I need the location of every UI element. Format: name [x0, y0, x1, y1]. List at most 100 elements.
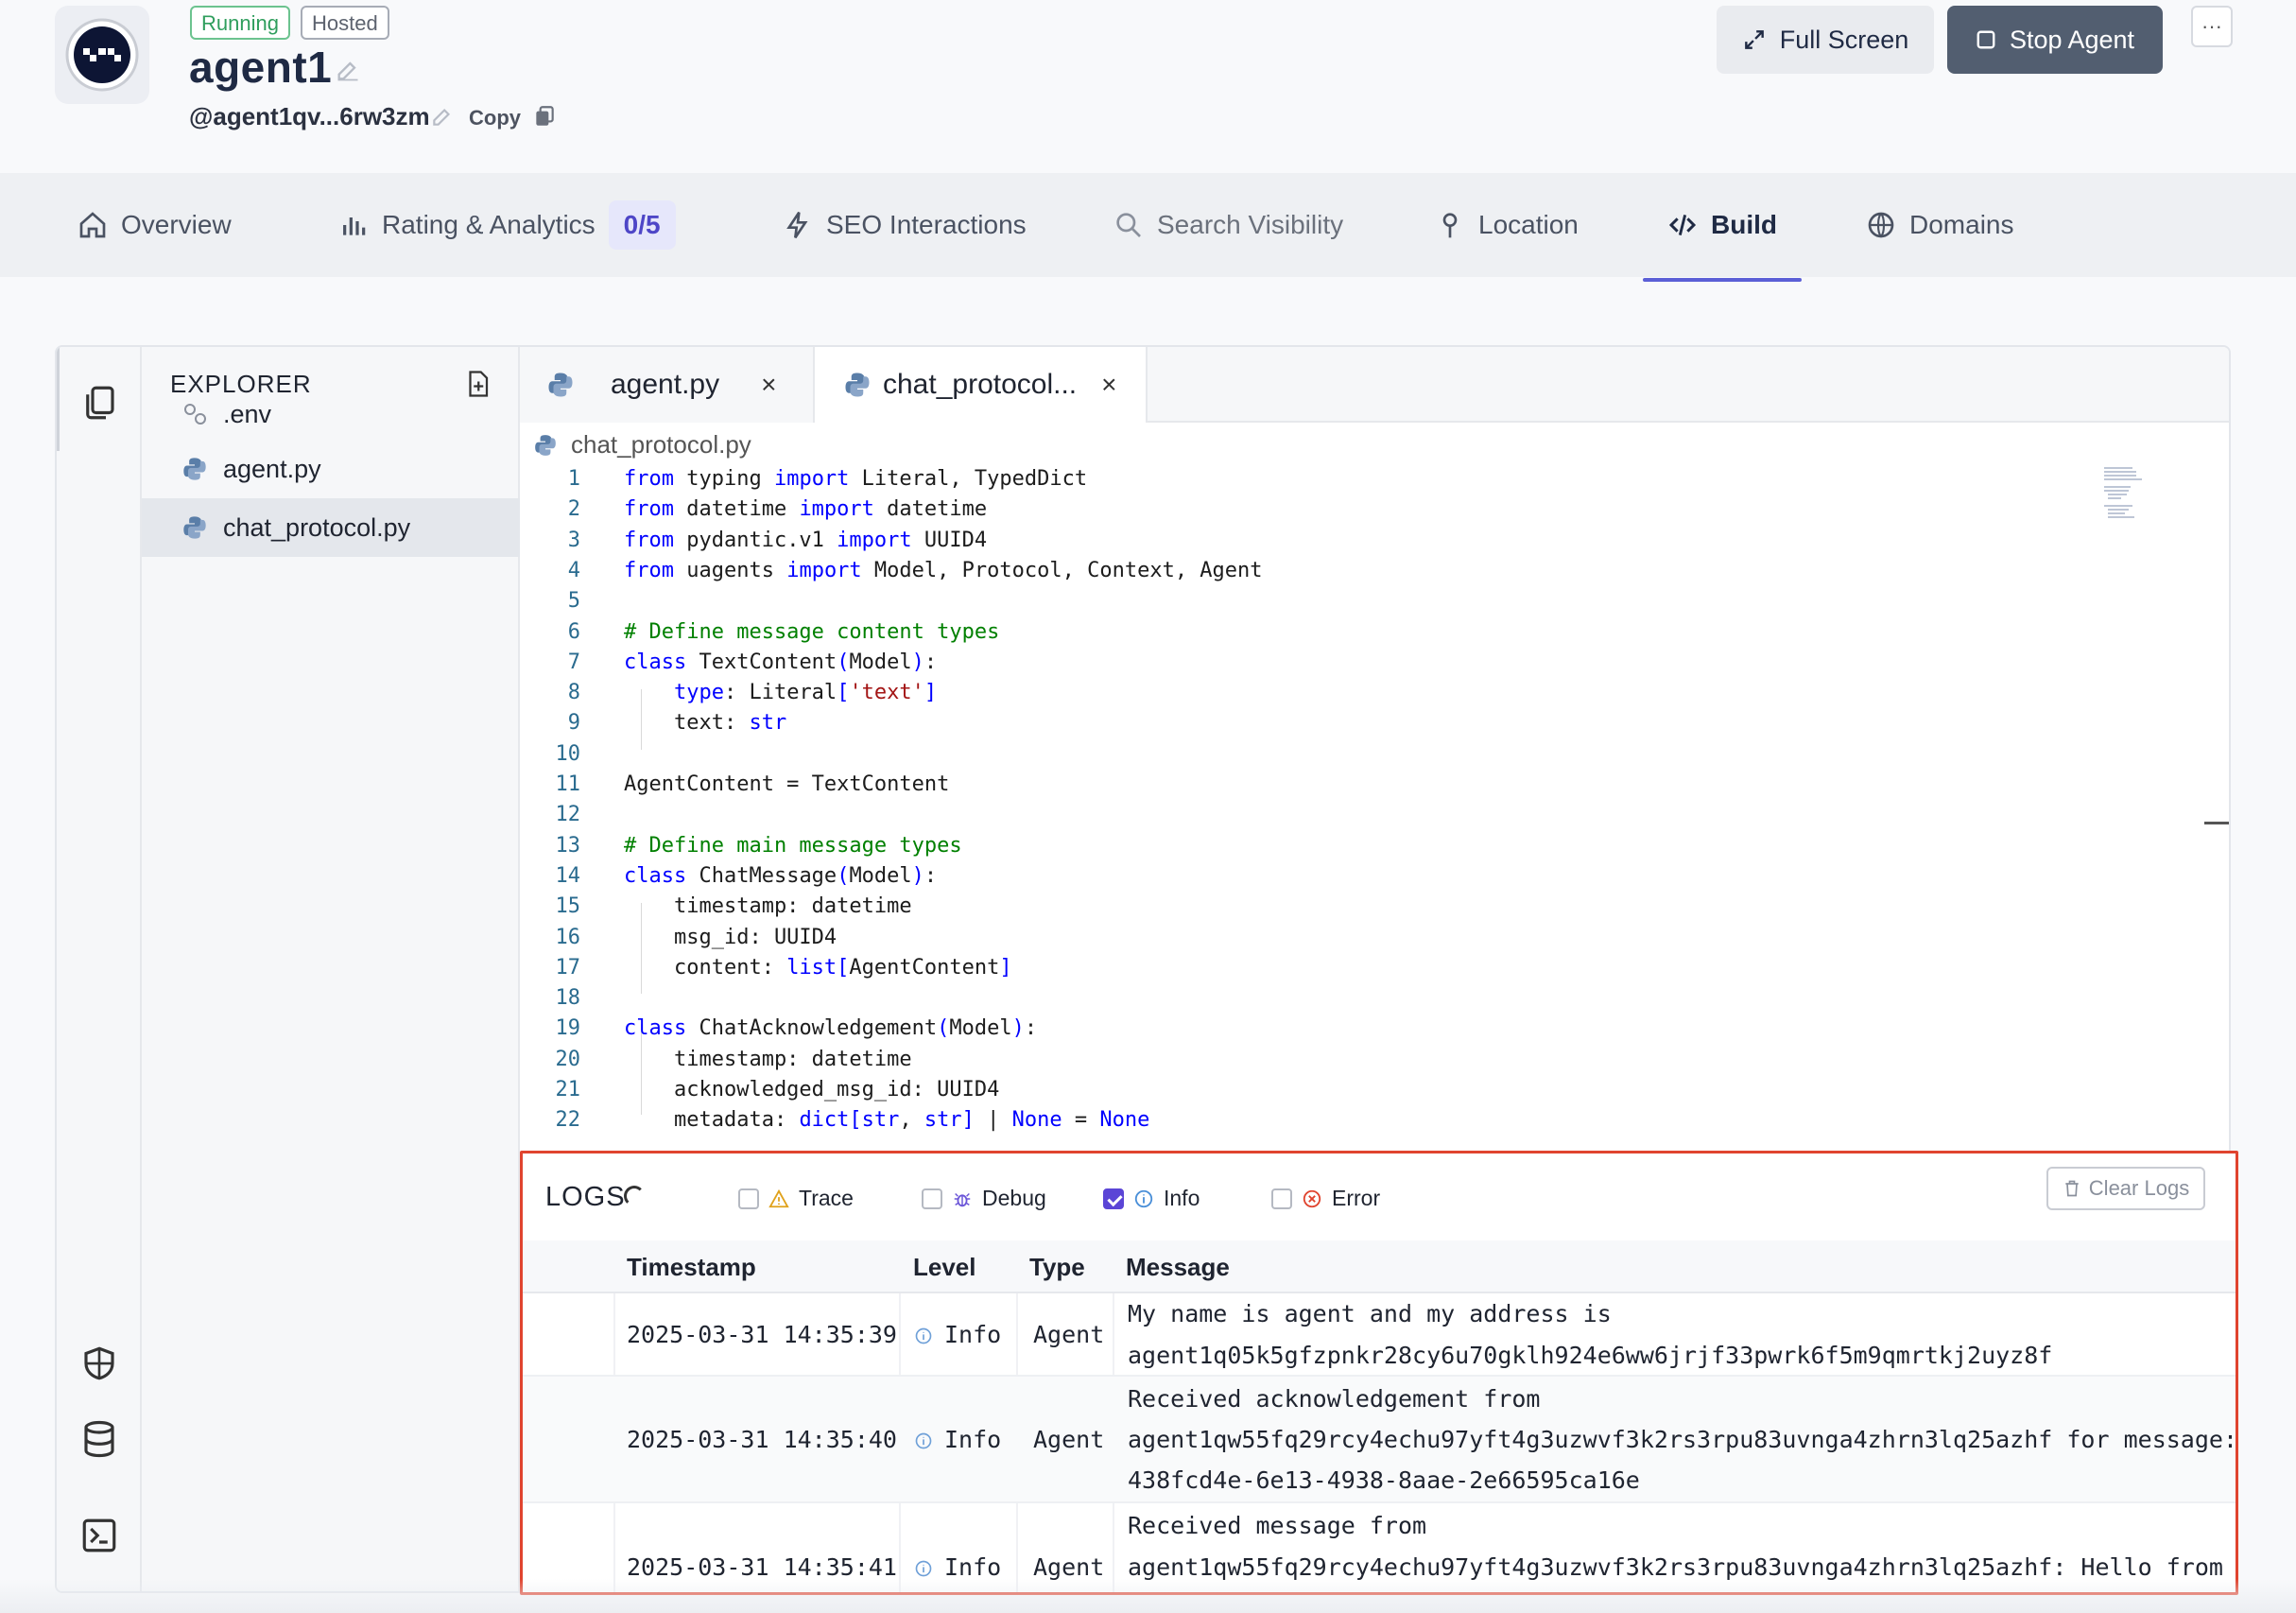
- logs-panel: LOGS Trace Debug Info Error Clear Logs T…: [520, 1151, 2238, 1595]
- files-icon[interactable]: [79, 383, 119, 423]
- col-message: Message: [1126, 1253, 1230, 1281]
- code-text: timestamp: datetime: [624, 894, 912, 919]
- info-icon: [1134, 1189, 1153, 1207]
- tab-search-visibility-label: Search Visibility: [1157, 210, 1344, 239]
- trace-checkbox[interactable]: [738, 1188, 759, 1209]
- line-number: 8: [567, 681, 580, 705]
- code-icon: [1668, 214, 1697, 236]
- stop-icon: [1977, 30, 1995, 49]
- python-icon: [845, 373, 870, 397]
- stop-agent-button[interactable]: Stop Agent: [1947, 6, 2163, 74]
- debug-checkbox[interactable]: [922, 1188, 942, 1209]
- more-options-button[interactable]: ···: [2191, 6, 2233, 47]
- code-text: from uagents import Model, Protocol, Con…: [624, 558, 1263, 582]
- code-text: timestamp: datetime: [624, 1047, 912, 1071]
- file-agent-py-label: agent.py: [223, 454, 321, 483]
- close-tab-agent-py-icon[interactable]: ×: [761, 370, 776, 400]
- code-text: msg_id: UUID4: [624, 925, 837, 949]
- log-level-text: Info: [944, 1426, 1002, 1453]
- shield-icon[interactable]: [79, 1344, 119, 1383]
- code-minimap[interactable]: [2102, 464, 2168, 521]
- hosting-badge: Hosted: [301, 6, 389, 40]
- editor-tabs: agent.py × chat_protocol... ×: [520, 347, 2229, 423]
- error-label: Error: [1332, 1186, 1381, 1210]
- info-icon: [915, 1560, 932, 1577]
- code-text: from typing import Literal, TypedDict: [624, 467, 1088, 491]
- line-number: 22: [555, 1108, 581, 1133]
- terminal-icon[interactable]: [79, 1516, 119, 1555]
- code-text: from datetime import datetime: [624, 497, 988, 522]
- col-type: Type: [1029, 1253, 1085, 1281]
- filter-debug[interactable]: Debug: [922, 1186, 1046, 1211]
- tab-build-label: Build: [1711, 210, 1777, 239]
- code-text: AgentContent = TextContent: [624, 772, 950, 796]
- agent-address: @agent1qv...6rw3zm: [189, 102, 430, 130]
- breadcrumb: chat_protocol.py: [533, 430, 751, 460]
- tab-overview-label: Overview: [121, 210, 232, 239]
- file-chat-protocol-py-label: chat_protocol.py: [223, 512, 411, 542]
- python-icon: [183, 516, 206, 539]
- edit-address-icon[interactable]: [430, 104, 455, 129]
- filter-info[interactable]: Info: [1103, 1186, 1200, 1211]
- database-icon[interactable]: [79, 1419, 119, 1459]
- line-number: 4: [567, 558, 580, 582]
- tab-build[interactable]: Build: [1667, 173, 1777, 277]
- tab-rating-analytics-label: Rating & Analytics: [382, 210, 596, 239]
- info-label: Info: [1164, 1186, 1200, 1210]
- agent-header: Running Hosted agent1 @agent1qv...6rw3zm…: [0, 0, 2296, 173]
- line-number: 20: [555, 1047, 581, 1071]
- full-screen-button[interactable]: Full Screen: [1717, 6, 1934, 74]
- agent-tabs: Overview Rating & Analytics 0/5 SEO Inte…: [0, 173, 2296, 277]
- activity-bar: [57, 347, 142, 1591]
- tab-seo-interactions[interactable]: SEO Interactions: [783, 173, 1027, 277]
- close-tab-chat-protocol-icon[interactable]: ×: [1101, 370, 1116, 400]
- search-icon: [1116, 213, 1141, 237]
- filter-trace[interactable]: Trace: [738, 1186, 854, 1211]
- home-icon: [79, 212, 106, 238]
- filter-error[interactable]: Error: [1271, 1186, 1380, 1211]
- copy-address-button[interactable]: Copy: [469, 106, 521, 130]
- tab-search-visibility[interactable]: Search Visibility: [1113, 173, 1343, 277]
- expand-icon: [1744, 30, 1764, 49]
- editor-tab-chat-protocol[interactable]: chat_protocol... ×: [815, 347, 1148, 423]
- col-level: Level: [913, 1253, 976, 1281]
- clear-logs-button[interactable]: Clear Logs: [2046, 1167, 2205, 1210]
- tab-domains[interactable]: Domains: [1866, 173, 2013, 277]
- log-row[interactable]: 2025-03-31 14:35:39 Info Agent My name i…: [523, 1293, 2236, 1377]
- scrollbar-marker[interactable]: [2204, 822, 2229, 824]
- file-agent-py[interactable]: agent.py: [142, 440, 520, 498]
- log-row[interactable]: 2025-03-31 14:35:40 Info Agent Received …: [523, 1377, 2236, 1503]
- editor-tab-chat-protocol-label: chat_protocol...: [883, 369, 1078, 400]
- code-text: content: list[AgentContent]: [624, 955, 1012, 980]
- line-number: 13: [555, 833, 581, 858]
- file-env[interactable]: .env: [142, 385, 520, 443]
- status-badge: Running: [190, 6, 290, 40]
- log-message-line: agent1qw55fq29rcy4echu97yft4g3uzwvf3k2rs…: [1128, 1426, 2237, 1453]
- editor-tab-agent-py-label: agent.py: [611, 369, 720, 400]
- code-text: metadata: dict[str, str] | None = None: [624, 1108, 1150, 1133]
- error-checkbox[interactable]: [1271, 1188, 1292, 1209]
- log-message-line: agent1q05k5gfzpnkr28cy6u70gklh924e6ww6jr…: [1128, 1342, 2053, 1369]
- line-number: 6: [567, 619, 580, 644]
- info-checkbox[interactable]: [1103, 1188, 1124, 1209]
- loading-spinner-icon: [624, 1186, 645, 1206]
- file-explorer: EXPLORER .env agent.py chat_protocol.py: [142, 347, 520, 1591]
- bar-chart-icon: [343, 217, 366, 235]
- debug-label: Debug: [982, 1186, 1046, 1210]
- log-level: Info: [914, 1314, 1001, 1356]
- copy-icon[interactable]: [532, 104, 557, 129]
- info-icon: [915, 1327, 932, 1344]
- tab-domains-label: Domains: [1909, 210, 2014, 239]
- tab-overview[interactable]: Overview: [78, 173, 232, 277]
- file-env-label: .env: [223, 399, 272, 428]
- code-text: text: str: [624, 711, 787, 736]
- edit-name-icon[interactable]: [335, 57, 361, 83]
- tab-rating-analytics[interactable]: Rating & Analytics 0/5: [338, 173, 676, 277]
- line-number: 7: [567, 650, 580, 674]
- full-screen-label: Full Screen: [1779, 25, 1909, 54]
- page-bottom-fade: [0, 1579, 2296, 1613]
- file-chat-protocol-py[interactable]: chat_protocol.py: [142, 498, 520, 557]
- code-text: # Define message content types: [624, 619, 1000, 644]
- tab-location[interactable]: Location: [1435, 173, 1579, 277]
- editor-tab-agent-py[interactable]: agent.py ×: [520, 347, 815, 423]
